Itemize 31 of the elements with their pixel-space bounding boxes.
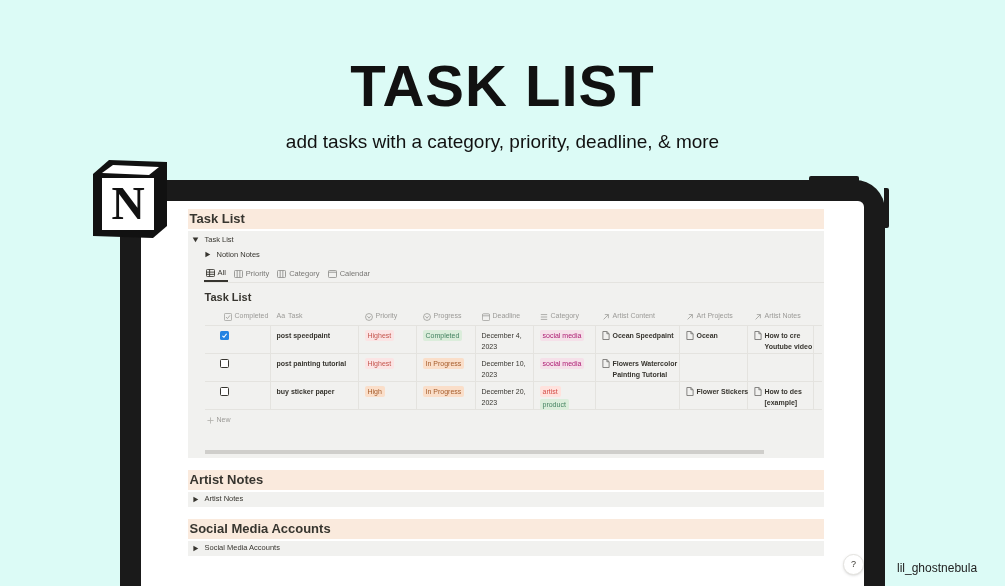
board-icon [233,270,243,278]
checkbox-icon [223,312,232,321]
checkbox[interactable] [219,386,229,396]
select-icon [422,312,431,321]
page-icon [601,358,610,368]
table-title: Task List [204,290,253,305]
select-icon [364,312,373,321]
caret-icon[interactable] [191,495,199,503]
calendar-icon [327,270,337,278]
page-icon [685,330,694,340]
list-icon [539,312,548,321]
arrow-icon [601,312,610,321]
page-icon [753,386,762,396]
page-icon [685,386,694,396]
table-icon [205,269,215,277]
subtitle: add tasks with a category, priority, deadline, & more [285,130,720,154]
calendar-icon [481,312,490,321]
section-heading: Task List [187,209,824,229]
section-heading: Artist Notes [187,469,824,490]
caret-icon[interactable] [191,544,199,552]
page-icon [601,330,610,340]
credit-text: lil_ghostnebula [897,560,978,577]
checkbox[interactable] [219,358,229,368]
board-icon [277,270,287,278]
headline: TASK LIST [350,54,655,118]
page-icon [753,330,762,340]
section-heading: Social Media Accounts [187,518,824,539]
plus-icon [206,417,214,424]
checkbox[interactable] [219,330,229,340]
arrow-icon [685,312,694,321]
arrow-icon [753,312,762,321]
